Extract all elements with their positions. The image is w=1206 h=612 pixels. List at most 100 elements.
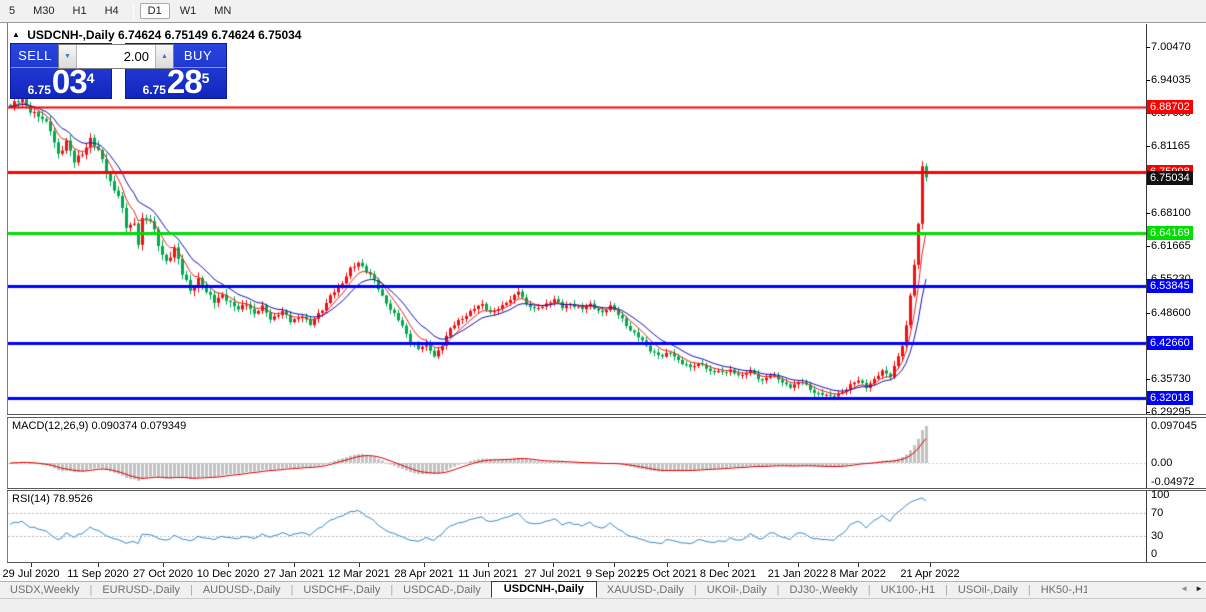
date-tick-mark [858,563,859,567]
date-tick-label: 11 Jun 2021 [458,568,518,580]
date-tick-label: 28 Apr 2021 [394,568,453,580]
macd-axis-label: 0.097045 [1151,420,1197,432]
date-tick-mark [488,563,489,567]
tab-ukoil-daily[interactable]: UKOil-,Daily [697,583,777,597]
price-axis-tick-mark [1146,47,1150,48]
tab-usdx-weekly[interactable]: USDX,Weekly [0,583,89,597]
timeframe-button-mn[interactable]: MN [206,3,239,19]
date-tick-mark [798,563,799,567]
date-tick-label: 21 Jan 2022 [768,568,829,580]
rsi-axis-label: 30 [1151,530,1163,542]
price-axis-tick-mark [1146,246,1150,247]
tab-audusd-daily[interactable]: AUDUSD-,Daily [193,583,291,597]
price-axis-tick-label: 7.00470 [1151,41,1191,53]
chart-title: ▲ USDCNH-,Daily 6.74624 6.75149 6.74624 … [12,28,301,42]
date-tick-mark [614,563,615,567]
status-bar [0,598,1206,612]
date-tick-mark [930,563,931,567]
macd-axis-label: -0.04972 [1151,476,1194,488]
date-tick-label: 27 Oct 2020 [133,568,193,580]
date-tick-mark [667,563,668,567]
tab-scroll-right-icon[interactable]: ► [1195,584,1203,593]
current-price-badge: 6.75034 [1147,171,1193,185]
volume-increase-button[interactable]: ▲ [155,45,173,68]
price-axis-tick-mark [1146,313,1150,314]
date-tick-label: 12 Mar 2021 [328,568,390,580]
tab-usdcnh-daily[interactable]: USDCNH-,Daily [491,581,597,598]
timeframe-button-h1[interactable]: H1 [65,3,95,19]
date-tick-mark [31,563,32,567]
symbol-label: USDCNH-,Daily [27,28,114,42]
date-tick-mark [424,563,425,567]
date-tick-label: 9 Sep 2021 [586,568,642,580]
date-tick-label: 8 Dec 2021 [700,568,756,580]
price-axis-tick-mark [1146,80,1150,81]
tab-xauusd-daily[interactable]: XAUUSD-,Daily [597,583,694,597]
tab-scroll-left-icon[interactable]: ◄ [1180,584,1188,593]
date-axis[interactable]: 29 Jul 202011 Sep 202027 Oct 202010 Dec … [7,563,1206,581]
rsi-indicator-label: RSI(14) 78.9526 [12,493,93,505]
date-tick-mark [163,563,164,567]
sell-price: 6.75 03 4 [11,68,111,98]
timeframe-button-m30[interactable]: M30 [25,3,62,19]
price-line-badge: 6.53845 [1147,279,1193,293]
date-tick-mark [294,563,295,567]
trading-terminal: { "toolbar": { "items": [ {"label":"5","… [0,0,1206,612]
tab-usdchf-daily[interactable]: USDCHF-,Daily [293,583,390,597]
price-axis-tick-label: 6.61665 [1151,240,1191,252]
panel-splitter[interactable] [7,414,1206,418]
tab-eurusd-daily[interactable]: EURUSD-,Daily [92,583,190,597]
date-tick-label: 27 Jan 2021 [264,568,325,580]
timeframe-button-w1[interactable]: W1 [172,3,205,19]
date-tick-label: 21 Apr 2022 [900,568,959,580]
date-tick-label: 10 Dec 2020 [197,568,259,580]
buy-price: 6.75 28 5 [126,68,226,98]
date-tick-label: 29 Jul 2020 [3,568,60,580]
rsi-axis-label: 70 [1151,507,1163,519]
sell-label: SELL [11,48,59,63]
price-axis-tick-mark [1146,412,1150,413]
chart-tab-bar: USDX,Weekly|EURUSD-,Daily|AUDUSD-,Daily|… [0,581,1206,598]
price-axis-tick-label: 6.29295 [1151,406,1191,418]
volume-spinner: ▼ 2.00 ▲ [58,44,174,69]
price-axis-tick-mark [1146,379,1150,380]
price-axis-tick-label: 6.94035 [1151,74,1191,86]
collapse-panel-icon[interactable]: ▲ [12,30,20,39]
volume-input[interactable]: 2.00 [77,45,155,68]
macd-indicator-label: MACD(12,26,9) 0.090374 0.079349 [12,420,186,432]
price-axis-tick-label: 6.81165 [1151,140,1190,152]
timeframe-toolbar: 5M30H1H4 D1W1MN [0,0,1206,23]
rsi-axis-label: 0 [1151,548,1157,560]
price-line-badge: 6.42660 [1147,336,1193,350]
macd-axis-label: 0.00 [1151,457,1172,469]
volume-decrease-button[interactable]: ▼ [59,45,77,68]
date-tick-mark [98,563,99,567]
tab-dj30-weekly[interactable]: DJ30-,Weekly [780,583,868,597]
toolbar-separator [133,3,134,19]
date-tick-mark [228,563,229,567]
date-tick-label: 27 Jul 2021 [525,568,582,580]
arrow-down-icon: ▼ [64,53,71,60]
price-axis-tick-label: 6.35730 [1151,373,1191,385]
rsi-panel-chart[interactable] [8,491,1146,562]
date-tick-label: 25 Oct 2021 [637,568,697,580]
tab-hk50-h1[interactable]: HK50-,H1 [1031,583,1087,597]
date-tick-label: 11 Sep 2020 [67,568,129,580]
price-axis-tick-label: 6.48600 [1151,307,1191,319]
price-line-badge: 6.64169 [1147,226,1193,240]
one-click-trade-widget: SELL 6.75 03 4 BUY 6.75 28 5 ▼ 2.00 ▲ [10,43,227,99]
timeframe-button-5[interactable]: 5 [1,3,23,19]
tab-usdcad-daily[interactable]: USDCAD-,Daily [393,583,491,597]
arrow-up-icon: ▲ [161,53,168,60]
date-tick-mark [359,563,360,567]
panel-splitter[interactable] [7,488,1206,491]
price-axis-tick-mark [1146,213,1150,214]
ohlc-values: 6.74624 6.75149 6.74624 6.75034 [118,28,302,42]
tab-uk100-h1[interactable]: UK100-,H1 [871,583,945,597]
timeframe-button-d1[interactable]: D1 [140,3,170,19]
price-axis-tick-label: 6.68100 [1151,207,1191,219]
price-line-badge: 6.32018 [1147,391,1193,405]
tab-usoil-daily[interactable]: USOil-,Daily [948,583,1028,597]
buy-label: BUY [170,48,226,63]
timeframe-button-h4[interactable]: H4 [97,3,127,19]
